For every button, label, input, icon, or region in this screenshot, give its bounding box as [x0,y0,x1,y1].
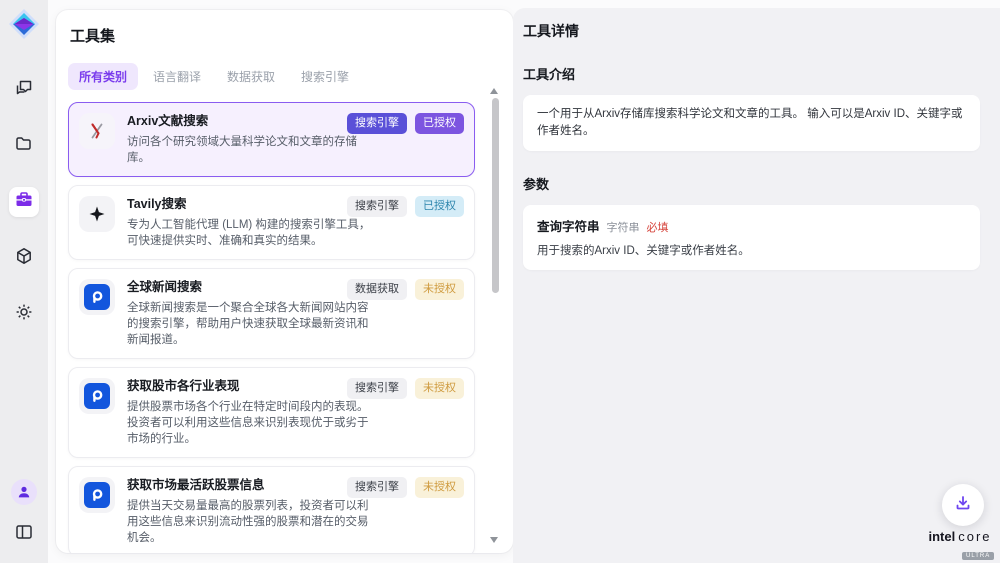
tool-card-active-stocks[interactable]: 获取市场最活跃股票信息 提供当天交易量最高的股票列表，投资者可以利用这些信息来识… [68,466,475,553]
tool-description: 专为人工智能代理 (LLM) 构建的搜索引擎工具，可快速提供实时、准确和真实的结… [127,217,379,249]
page-title: 工具集 [70,25,501,46]
intro-heading: 工具介绍 [523,64,980,83]
intel-brand-text: intel [928,529,955,544]
sidebar-item-chat[interactable] [9,75,39,105]
tool-detail-panel: 工具详情 工具介绍 一个用于从Arxiv存储库搜索科学论文和文章的工具。 输入可… [513,8,1000,563]
juhe-data-logo-icon [79,477,115,513]
tool-card-arxiv[interactable]: Arxiv文献搜索 访问各个研究领域大量科学论文和文章的存储库。 搜索引擎 已授… [68,102,475,177]
tab-language-translation[interactable]: 语言翻译 [142,63,212,90]
ultra-badge: ULTRA [962,552,994,560]
category-badge: 搜索引擎 [347,477,407,498]
left-sidebar [0,0,48,563]
param-card: 查询字符串 字符串 必填 用于搜索的Arxiv ID、关键字或作者姓名。 [523,205,980,270]
scrollbar-down-arrow[interactable] [490,537,498,543]
juhe-data-logo-icon [79,378,115,414]
download-icon [954,494,972,517]
tool-card-tavily[interactable]: Tavily搜索 专为人工智能代理 (LLM) 构建的搜索引擎工具，可快速提供实… [68,185,475,260]
app-logo-icon [7,7,41,41]
tool-name: 获取市场最活跃股票信息 [127,477,379,493]
tool-description: 访问各个研究领域大量科学论文和文章的存储库。 [127,134,379,166]
chat-icon [14,78,34,103]
intro-card: 一个用于从Arxiv存储库搜索科学论文和文章的工具。 输入可以是Arxiv ID… [523,95,980,151]
tool-description: 提供当天交易量最高的股票列表，投资者可以利用这些信息来识别流动性强的股票和潜在的… [127,498,379,546]
intro-text: 一个用于从Arxiv存储库搜索科学论文和文章的工具。 输入可以是Arxiv ID… [537,106,966,140]
tab-all-categories[interactable]: 所有类别 [68,63,138,90]
scrollbar-thumb[interactable] [492,98,499,293]
cube-icon [14,246,34,271]
param-name: 查询字符串 [537,216,600,235]
category-badge: 搜索引擎 [347,113,407,134]
sidebar-item-files[interactable] [9,131,39,161]
toolset-panel: 工具集 所有类别 语言翻译 数据获取 搜索引擎 [56,10,513,553]
param-description: 用于搜索的Arxiv ID、关键字或作者姓名。 [537,243,966,259]
app-window: 工具集 所有类别 语言翻译 数据获取 搜索引擎 [0,0,1000,563]
tool-description: 全球新闻搜索是一个聚合全球各大新闻网站内容的搜索引擎，帮助用户快速获取全球最新资… [127,300,379,348]
tool-name: Arxiv文献搜索 [127,113,379,129]
tool-name: Tavily搜索 [127,196,379,212]
category-badge: 搜索引擎 [347,378,407,399]
tool-description: 提供股票市场各个行业在特定时间段内的表现。投资者可以利用这些信息来识别表现优于或… [127,399,379,447]
auth-status-badge: 未授权 [415,477,464,498]
gear-icon [14,302,34,327]
tab-data-acquisition[interactable]: 数据获取 [216,63,286,90]
scrollbar-up-arrow[interactable] [490,88,498,94]
download-button[interactable] [942,484,984,526]
juhe-data-logo-icon [79,279,115,315]
auth-status-badge: 已授权 [415,196,464,217]
arxiv-logo-icon [79,113,115,149]
sparkle-star-icon [79,196,115,232]
toolbox-icon [14,190,34,215]
sidebar-item-settings[interactable] [9,299,39,329]
auth-status-badge: 未授权 [415,279,464,300]
tool-list: Arxiv文献搜索 访问各个研究领域大量科学论文和文章的存储库。 搜索引擎 已授… [68,102,501,553]
category-badge: 搜索引擎 [347,196,407,217]
tool-name: 获取股市各行业表现 [127,378,379,394]
params-heading: 参数 [523,174,980,193]
tool-card-sector-performance[interactable]: 获取股市各行业表现 提供股票市场各个行业在特定时间段内的表现。投资者可以利用这些… [68,367,475,458]
sidebar-item-tools[interactable] [9,187,39,217]
intel-core-ultra-logo: intelcore ULTRA [928,529,992,562]
tab-search-engine[interactable]: 搜索引擎 [290,63,360,90]
category-badge: 数据获取 [347,279,407,300]
auth-status-badge: 未授权 [415,378,464,399]
folder-icon [14,134,34,159]
tool-card-global-news[interactable]: 全球新闻搜索 全球新闻搜索是一个聚合全球各大新闻网站内容的搜索引擎，帮助用户快速… [68,268,475,359]
sidebar-item-panel-toggle[interactable] [9,519,39,549]
category-tabs: 所有类别 语言翻译 数据获取 搜索引擎 [68,63,501,90]
auth-status-badge: 已授权 [415,113,464,134]
detail-title: 工具详情 [523,21,980,41]
user-avatar[interactable] [11,479,37,505]
panel-toggle-icon [14,522,34,547]
param-required-flag: 必填 [647,219,669,235]
param-type: 字符串 [607,219,640,235]
sidebar-item-models[interactable] [9,243,39,273]
core-brand-text: core [958,529,991,544]
tool-name: 全球新闻搜索 [127,279,379,295]
